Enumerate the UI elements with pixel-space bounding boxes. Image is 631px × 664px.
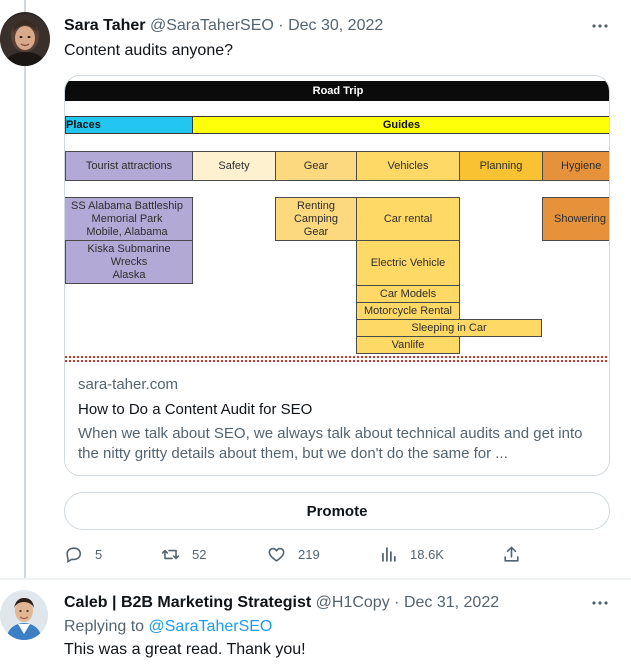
avatar-image-sara bbox=[0, 14, 50, 66]
retweet-action[interactable]: 52 bbox=[161, 543, 206, 565]
link-card[interactable]: Road Trip Places Guides Tourist attracti… bbox=[64, 75, 610, 476]
tweet-date[interactable]: Dec 30, 2022 bbox=[288, 17, 383, 34]
replying-prefix: Replying to bbox=[64, 618, 145, 635]
card-description: When we talk about SEO, we always talk a… bbox=[78, 425, 583, 462]
card-title: How to Do a Content Audit for SEO bbox=[78, 401, 313, 418]
share-action[interactable] bbox=[502, 543, 533, 565]
vehicle-item: Car Models bbox=[356, 285, 460, 303]
vehicle-item: Motorcycle Rental bbox=[356, 302, 460, 320]
avatar-image-caleb bbox=[0, 591, 48, 640]
header-separator: · bbox=[278, 17, 284, 34]
reply-header: Caleb | B2B Marketing Strategist @H1Copy… bbox=[64, 593, 499, 613]
category-tourist-attractions: Tourist attractions bbox=[65, 151, 193, 181]
guides-label: Guides bbox=[382, 119, 421, 131]
author-name[interactable]: Sara Taher bbox=[64, 17, 146, 34]
avatar[interactable] bbox=[0, 590, 48, 640]
tweet-actions: 5 52 219 18.6K bbox=[64, 543, 534, 565]
places-label: Places bbox=[66, 119, 101, 131]
like-icon bbox=[268, 547, 285, 562]
place-item: Kiska Submarine Wrecks Alaska bbox=[65, 240, 193, 284]
category-gear: Gear bbox=[275, 151, 357, 181]
vehicle-item: Vanlife bbox=[356, 336, 460, 354]
more-icon[interactable] bbox=[591, 17, 609, 35]
vehicle-item: Electric Vehicle bbox=[356, 240, 460, 286]
avatar[interactable] bbox=[0, 12, 50, 66]
views-icon bbox=[382, 546, 396, 562]
views-count: 18.6K bbox=[410, 546, 444, 562]
retweet-icon bbox=[161, 549, 180, 559]
category-safety: Safety bbox=[192, 151, 276, 181]
reply-header-separator: · bbox=[394, 594, 400, 611]
reply-action[interactable]: 5 bbox=[64, 543, 102, 565]
card-image: Road Trip Places Guides Tourist attracti… bbox=[65, 76, 609, 366]
reply-author-name[interactable]: Caleb | B2B Marketing Strategist bbox=[64, 594, 311, 611]
category-hygiene: Hygiene bbox=[542, 151, 609, 181]
guides-header: Guides bbox=[192, 116, 609, 134]
share-icon bbox=[504, 546, 519, 562]
places-header: Places bbox=[65, 116, 193, 134]
category-planning: Planning bbox=[459, 151, 543, 181]
author-handle[interactable]: @SaraTaherSEO bbox=[150, 17, 274, 34]
card-domain: sara-taher.com bbox=[78, 376, 179, 393]
thread-connector-line bbox=[24, 0, 26, 578]
reply-author-handle[interactable]: @H1Copy bbox=[316, 594, 390, 611]
reply-date[interactable]: Dec 31, 2022 bbox=[404, 594, 499, 611]
retweet-count: 52 bbox=[192, 546, 207, 562]
image-dotted-separator bbox=[65, 360, 609, 362]
replying-mention[interactable]: @SaraTaherSEO bbox=[149, 618, 273, 635]
promote-button[interactable]: Promote bbox=[64, 492, 610, 530]
tweet-header: Sara Taher @SaraTaherSEO · Dec 30, 2022 bbox=[64, 16, 383, 36]
vehicle-item: Sleeping in Car bbox=[356, 319, 542, 337]
more-icon[interactable] bbox=[591, 594, 609, 612]
views-action[interactable]: 18.6K bbox=[379, 543, 444, 565]
like-count: 219 bbox=[298, 546, 320, 562]
replying-to: Replying to @SaraTaherSEO bbox=[64, 617, 272, 637]
like-action[interactable]: 219 bbox=[267, 543, 320, 565]
tweet-text: Content audits anyone? bbox=[64, 42, 234, 59]
gear-item: Renting Camping Gear bbox=[275, 197, 357, 241]
card-meta: sara-taher.com How to Do a Content Audit… bbox=[65, 366, 609, 475]
place-item: SS Alabama Battleship Memorial Park Mobi… bbox=[65, 197, 193, 241]
reply-text: This was a great read. Thank you! bbox=[64, 641, 306, 658]
reply-count: 5 bbox=[95, 546, 103, 562]
category-vehicles: Vehicles bbox=[356, 151, 460, 181]
image-dotted-separator bbox=[65, 356, 609, 358]
vehicle-item: Car rental bbox=[356, 197, 460, 241]
reply-icon bbox=[66, 546, 82, 563]
tweet-divider bbox=[0, 578, 631, 580]
image-title: Road Trip bbox=[312, 85, 364, 97]
image-title-bar: Road Trip bbox=[65, 81, 609, 101]
hygiene-item: Showering bbox=[542, 197, 609, 241]
